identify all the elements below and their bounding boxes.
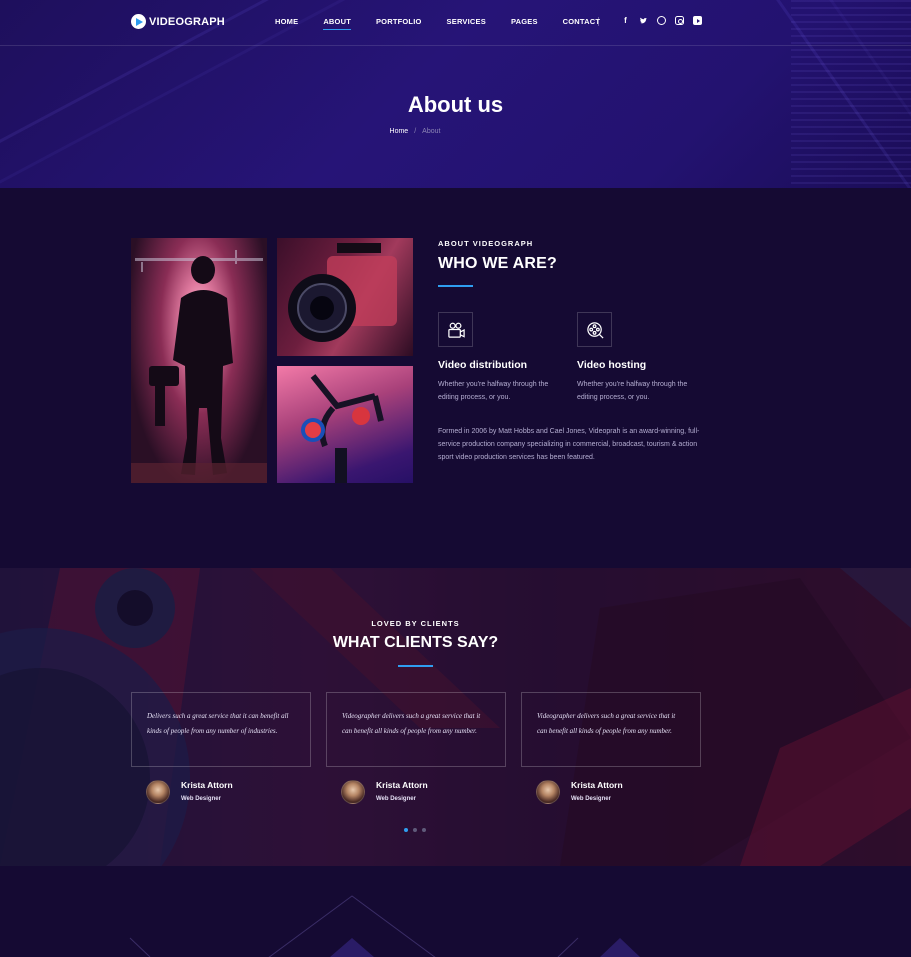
testimonial-card: Videographer delivers such a great servi…	[326, 692, 506, 767]
testimonial-quote: Videographer delivers such a great servi…	[537, 712, 676, 735]
facebook-icon[interactable]: f	[621, 16, 630, 25]
concert-photographer-photo	[131, 238, 267, 483]
youtube-icon[interactable]	[693, 16, 702, 25]
avatar	[341, 780, 365, 804]
heading-accent-line	[438, 285, 473, 287]
feature-description: Whether you're halfway through the editi…	[577, 381, 688, 401]
brand-logo[interactable]: VIDEOGRAPH	[131, 14, 225, 29]
heading-accent-line	[398, 665, 433, 667]
main-menu: HOME ABOUT PORTFOLIO SERVICES PAGES CONT…	[275, 17, 625, 30]
dribbble-icon[interactable]	[657, 16, 666, 25]
nav-item-contact[interactable]: CONTACT	[563, 17, 601, 26]
author-role: Web Designer	[571, 796, 611, 802]
feature-description: Whether you're halfway through the editi…	[438, 381, 549, 401]
play-logo-icon	[131, 14, 146, 29]
navbar: VIDEOGRAPH HOME ABOUT PORTFOLIO SERVICES…	[0, 0, 911, 46]
testimonials-eyebrow: LOVED BY CLIENTS	[371, 619, 460, 628]
breadcrumb-current: About	[422, 128, 441, 135]
author-name: Krista Attorn	[571, 780, 623, 790]
twitter-icon[interactable]	[639, 16, 648, 25]
breadcrumb-separator: /	[414, 128, 417, 135]
feature-video-distribution: Video distribution Whether you're halfwa…	[438, 312, 568, 404]
camera-lens-photo	[277, 238, 413, 356]
decorative-diamond-shapes	[129, 895, 640, 957]
author-role: Web Designer	[181, 796, 221, 802]
video-camera-icon	[438, 312, 473, 347]
avatar	[536, 780, 560, 804]
about-eyebrow: ABOUT VIDEOGRAPH	[438, 239, 534, 248]
avatar	[146, 780, 170, 804]
feature-title: Video hosting	[577, 359, 647, 371]
testimonial-quote: Videographer delivers such a great servi…	[342, 712, 481, 735]
about-section: ABOUT VIDEOGRAPH WHO WE ARE? Video distr…	[0, 188, 911, 568]
breadcrumb: Home / About	[0, 128, 830, 135]
camera-gimbal-photo	[277, 366, 413, 483]
feature-video-hosting: Video hosting Whether you're halfway thr…	[577, 312, 707, 404]
breadcrumb-home[interactable]: Home	[390, 128, 409, 135]
about-paragraph: Formed in 2006 by Matt Hobbs and Cael Jo…	[438, 428, 700, 461]
brand-name: VIDEOGRAPH	[149, 15, 225, 28]
testimonial-card: Videographer delivers such a great servi…	[521, 692, 701, 767]
author-name: Krista Attorn	[181, 780, 233, 790]
testimonials-heading: WHAT CLIENTS SAY?	[332, 634, 499, 651]
nav-divider	[598, 17, 599, 26]
social-links: f	[621, 16, 702, 25]
page-title: About us	[407, 92, 504, 117]
nav-item-pages[interactable]: PAGES	[511, 17, 538, 26]
author-role: Web Designer	[376, 796, 416, 802]
nav-item-home[interactable]: HOME	[275, 17, 298, 26]
carousel-dot[interactable]	[413, 828, 417, 832]
feature-title: Video distribution	[438, 359, 528, 371]
testimonial-card: Delivers such a great service that it ca…	[131, 692, 311, 767]
nav-item-portfolio[interactable]: PORTFOLIO	[376, 17, 422, 26]
nav-item-services[interactable]: SERVICES	[447, 17, 486, 26]
carousel-pagination	[404, 828, 426, 832]
testimonials-section: LOVED BY CLIENTS WHAT CLIENTS SAY? Deliv…	[0, 568, 911, 866]
testimonial-quote: Delivers such a great service that it ca…	[147, 712, 289, 735]
about-heading: WHO WE ARE?	[438, 255, 557, 272]
nav-item-about[interactable]: ABOUT	[323, 17, 351, 30]
next-section	[0, 866, 911, 957]
film-reel-icon	[577, 312, 612, 347]
author-name: Krista Attorn	[376, 780, 428, 790]
carousel-dot[interactable]	[404, 828, 408, 832]
instagram-icon[interactable]	[675, 16, 684, 25]
carousel-dot[interactable]	[422, 828, 426, 832]
page-header: VIDEOGRAPH HOME ABOUT PORTFOLIO SERVICES…	[0, 0, 911, 188]
